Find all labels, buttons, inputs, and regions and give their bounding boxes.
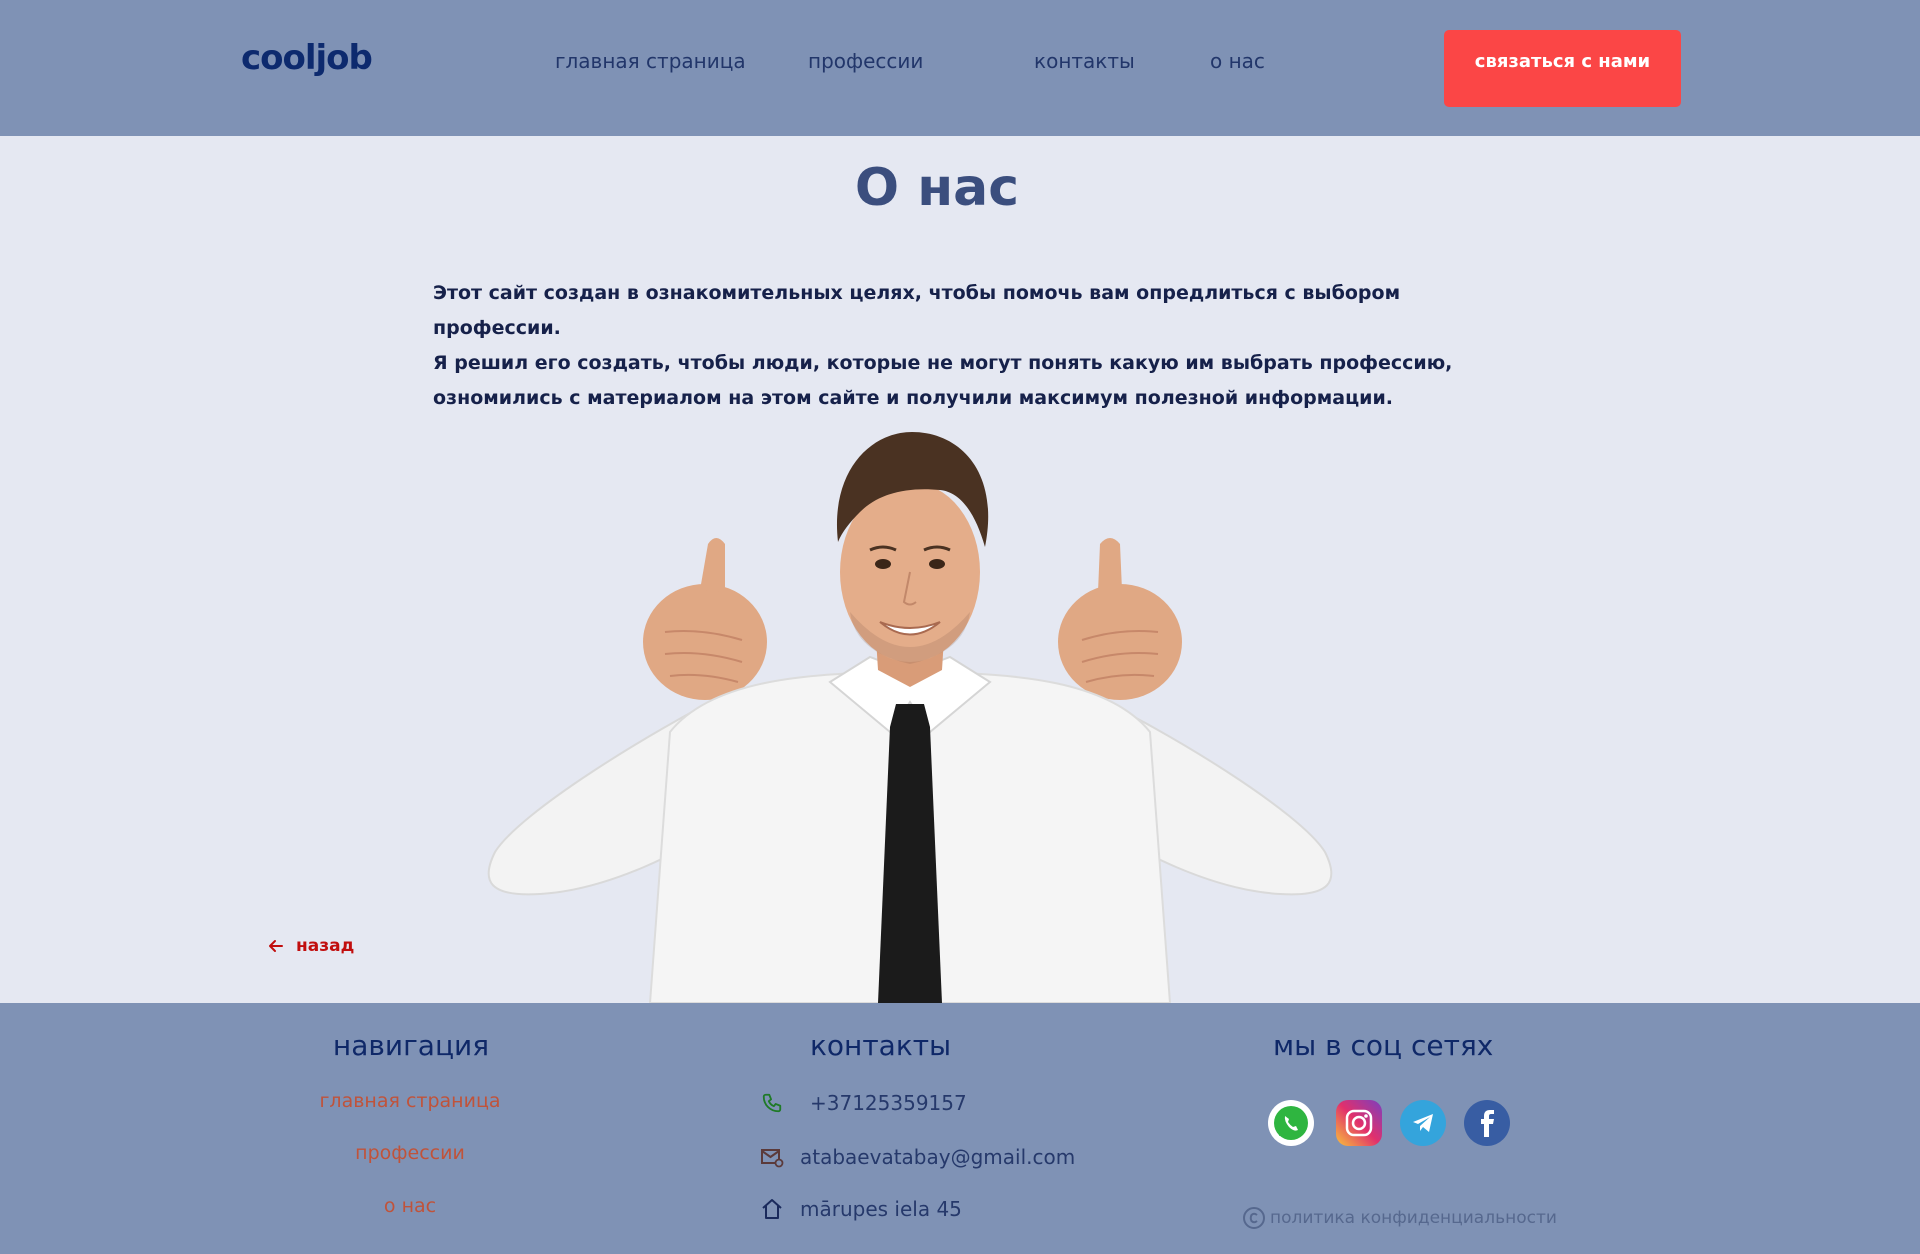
contact-us-button[interactable]: связаться с нами xyxy=(1444,30,1681,107)
footer-contacts-title: контакты xyxy=(810,1029,952,1062)
nav-link-professions[interactable]: профессии xyxy=(808,49,923,73)
copyright-icon xyxy=(1243,1207,1265,1229)
footer-link-home[interactable]: главная страница xyxy=(0,1090,820,1112)
instagram-icon[interactable] xyxy=(1336,1100,1382,1146)
intro-paragraph-1: Этот сайт создан в ознакомительных целях… xyxy=(433,282,1401,339)
hero-image-man-thumbs-up xyxy=(480,432,1340,1003)
privacy-policy-link[interactable]: политика конфиденциальности xyxy=(1242,1206,1557,1230)
site-footer: навигация главная страница профессии о н… xyxy=(0,1003,1920,1254)
site-logo[interactable]: cooljob xyxy=(241,38,373,78)
footer-link-professions[interactable]: профессии xyxy=(0,1142,820,1164)
mail-icon xyxy=(756,1145,788,1169)
home-icon xyxy=(756,1197,788,1221)
privacy-policy-label: политика конфиденциальности xyxy=(1270,1208,1557,1228)
contact-phone-number: +37125359157 xyxy=(810,1091,967,1115)
intro-text: Этот сайт создан в ознакомительных целях… xyxy=(433,276,1523,416)
footer-link-about[interactable]: о нас xyxy=(0,1195,820,1217)
contact-phone[interactable]: +37125359157 xyxy=(756,1091,967,1115)
facebook-icon[interactable] xyxy=(1464,1100,1510,1146)
footer-social-title: мы в соц сетях xyxy=(1273,1029,1494,1062)
nav-link-home[interactable]: главная страница xyxy=(555,49,746,73)
page-title: О нас xyxy=(854,158,1020,218)
site-header: cooljob главная страница профессии конта… xyxy=(0,0,1920,136)
phone-icon xyxy=(756,1092,788,1114)
arrow-left-icon xyxy=(269,940,283,952)
footer-navigation-title: навигация xyxy=(332,1029,490,1062)
man-thumbs-up-illustration xyxy=(487,432,1333,1003)
back-link[interactable]: назад xyxy=(268,936,354,956)
contact-email-address: atabaevatabay@gmail.com xyxy=(800,1145,1076,1169)
contact-address: mārupes iela 45 xyxy=(756,1197,962,1221)
intro-paragraph-2: Я решил его создать, чтобы люди, которые… xyxy=(433,352,1453,409)
back-link-label: назад xyxy=(296,936,355,956)
whatsapp-icon[interactable] xyxy=(1268,1100,1314,1146)
contact-email[interactable]: atabaevatabay@gmail.com xyxy=(756,1145,1075,1169)
contact-address-text: mārupes iela 45 xyxy=(800,1197,962,1221)
nav-link-contacts[interactable]: контакты xyxy=(1034,49,1135,73)
nav-link-about[interactable]: о нас xyxy=(1210,49,1265,73)
telegram-icon[interactable] xyxy=(1400,1100,1446,1146)
